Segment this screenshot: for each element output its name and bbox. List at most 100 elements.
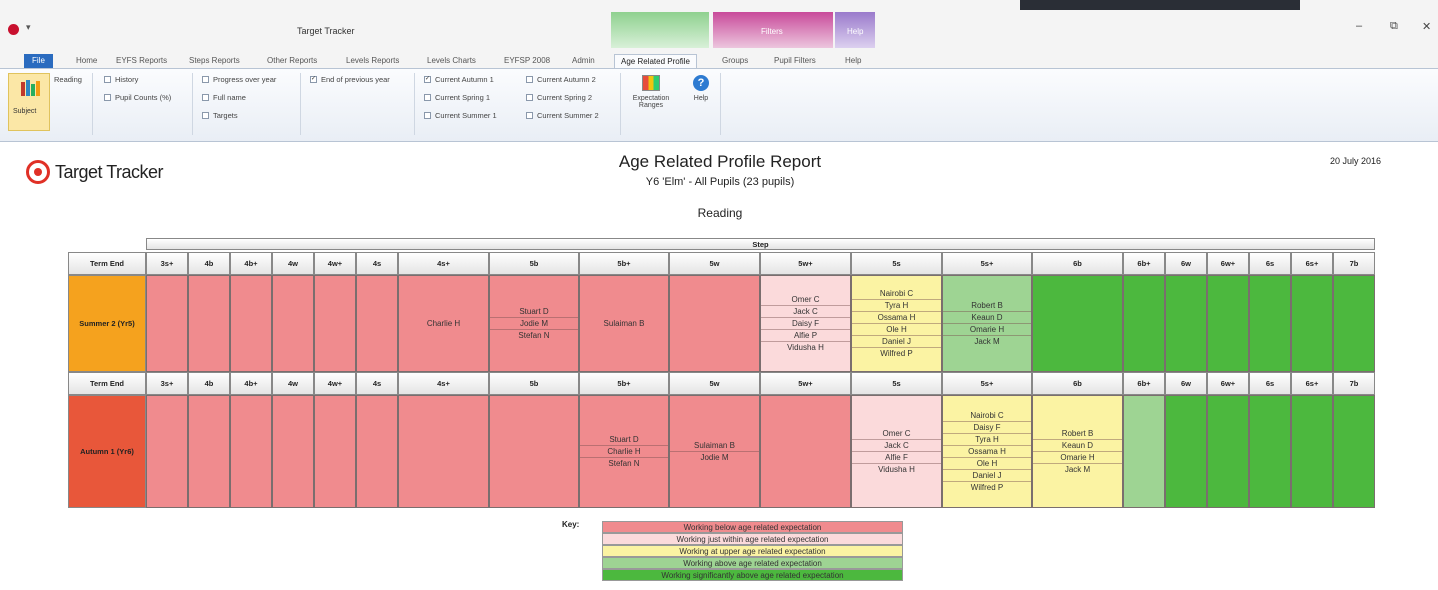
step-column-header: 4s [356,372,398,395]
pupil-name: Robert B [1033,428,1122,440]
end-of-previous-year-checkbox[interactable]: ✓ End of previous year [310,75,390,84]
step-column-header: 5b [489,252,579,275]
profile-cell: Omer C Jack C Alfie F Vidusha H [851,395,942,508]
checkbox-icon [202,76,209,83]
profile-cell [230,395,272,508]
step-column-header: 5w+ [760,252,851,275]
tab-eyfsp-2008[interactable]: EYFSP 2008 [504,54,550,68]
ribbon-separator [300,73,301,135]
quick-access-menu[interactable]: ▾ [26,22,31,33]
pupil-name: Omer C [852,428,941,440]
tab-home[interactable]: Home [76,54,97,68]
targets-checkbox[interactable]: Targets [202,111,238,120]
step-column-header: 5w [669,372,760,395]
step-column-header: 4w+ [314,372,356,395]
tab-pupil-filters[interactable]: Pupil Filters [774,54,816,68]
full-name-checkbox[interactable]: Full name [202,93,246,102]
tab-admin[interactable]: Admin [572,54,595,68]
key-above-expectation: Working above age related expectation [602,557,903,569]
books-icon [21,80,40,96]
expectation-ranges-label: Expectation Ranges [632,95,670,109]
tab-eyfs-reports[interactable]: EYFS Reports [116,54,167,68]
tab-help[interactable]: Help [845,54,861,68]
profile-cell: Stuart D Jodie M Stefan N [489,275,579,372]
tab-age-related-profile[interactable]: Age Related Profile [614,54,697,68]
pupil-name: Charlie H [580,446,668,458]
pupil-name: Alfie F [852,452,941,464]
pupil-name: Robert B [943,300,1031,312]
current-spring-1-checkbox[interactable]: Current Spring 1 [424,93,490,102]
restore-button[interactable]: ⧉ [1390,20,1398,33]
checkbox-icon [202,94,209,101]
pupil-name: Ole H [852,324,941,336]
pupil-name: Vidusha H [878,465,915,474]
target-tracker-logo: Target Tracker [26,160,164,184]
target-logo-icon [26,160,50,184]
current-spring-2-checkbox[interactable]: Current Spring 2 [526,93,592,102]
tab-groups[interactable]: Groups [722,54,748,68]
profile-cell [669,275,760,372]
help-ribbon-button[interactable]: ? Help [686,75,716,102]
step-column-header: 6b [1032,252,1123,275]
profile-cell [1123,395,1165,508]
term-end-header: Term End [68,372,146,395]
pupil-name: Daisy F [943,422,1031,434]
profile-cell [1207,395,1249,508]
pupil-name: Ossama H [943,446,1031,458]
step-column-header: 4w [272,252,314,275]
profile-cell [1291,395,1333,508]
profile-cell [272,275,314,372]
step-column-header: 3s+ [146,252,188,275]
current-autumn-2-checkbox[interactable]: Current Autumn 2 [526,75,596,84]
profile-cell [314,275,356,372]
subject-value[interactable]: Reading [54,75,82,84]
profile-cell [188,395,230,508]
app-icon[interactable] [8,24,19,35]
checkmark-icon: ✓ [310,76,317,83]
tab-other-reports[interactable]: Other Reports [267,54,317,68]
pupil-name: Ole H [943,458,1031,470]
pupil-name: Daisy F [761,318,850,330]
minimize-button[interactable]: – [1356,20,1362,32]
step-column-header: 6s+ [1291,372,1333,395]
step-column-header: 6b [1032,372,1123,395]
checkbox-icon [526,112,533,119]
pupil-name: Sulaiman B [603,319,645,328]
tab-levels-reports[interactable]: Levels Reports [346,54,399,68]
pupil-counts-checkbox[interactable]: Pupil Counts (%) [104,93,171,102]
ribbon-tabs: File Home EYFS Reports Steps Reports Oth… [0,54,1438,68]
pupil-name: Stefan N [608,459,640,468]
tab-levels-charts[interactable]: Levels Charts [427,54,476,68]
profile-cell [1333,395,1375,508]
subject-button[interactable]: Subject [8,73,50,131]
profile-cell [188,275,230,372]
profile-cell [489,395,579,508]
profile-cell [760,395,851,508]
profile-cell [1032,275,1123,372]
expectation-ranges-icon [642,75,660,91]
history-checkbox[interactable]: History [104,75,138,84]
profile-cell [272,395,314,508]
ribbon-panel: Subject Reading History Pupil Counts (%)… [0,68,1438,142]
step-column-header: 7b [1333,252,1375,275]
pupil-name: Wilfred P [880,349,913,358]
current-summer-2-checkbox[interactable]: Current Summer 2 [526,111,599,120]
step-column-header: 4b [188,252,230,275]
pupil-name: Omer C [761,294,850,306]
pupil-name: Vidusha H [787,343,824,352]
current-summer-1-checkbox[interactable]: Current Summer 1 [424,111,497,120]
close-button[interactable]: ✕ [1422,20,1431,33]
profile-cell: Robert B Keaun D Omarie H Jack M [1032,395,1123,508]
key-just-within-expectation: Working just within age related expectat… [602,533,903,545]
profile-cell [1165,275,1207,372]
profile-cell [356,275,398,372]
pupil-name: Daniel J [943,470,1031,482]
current-autumn-1-checkbox[interactable]: ✓ Current Autumn 1 [424,75,494,84]
progress-over-year-checkbox[interactable]: Progress over year [202,75,276,84]
tab-steps-reports[interactable]: Steps Reports [189,54,240,68]
key-below-expectation: Working below age related expectation [602,521,903,533]
profile-cell: Sulaiman B Jodie M [669,395,760,508]
checkbox-icon [104,76,111,83]
expectation-ranges-button[interactable]: Expectation Ranges [626,75,676,109]
tab-file[interactable]: File [24,54,53,68]
